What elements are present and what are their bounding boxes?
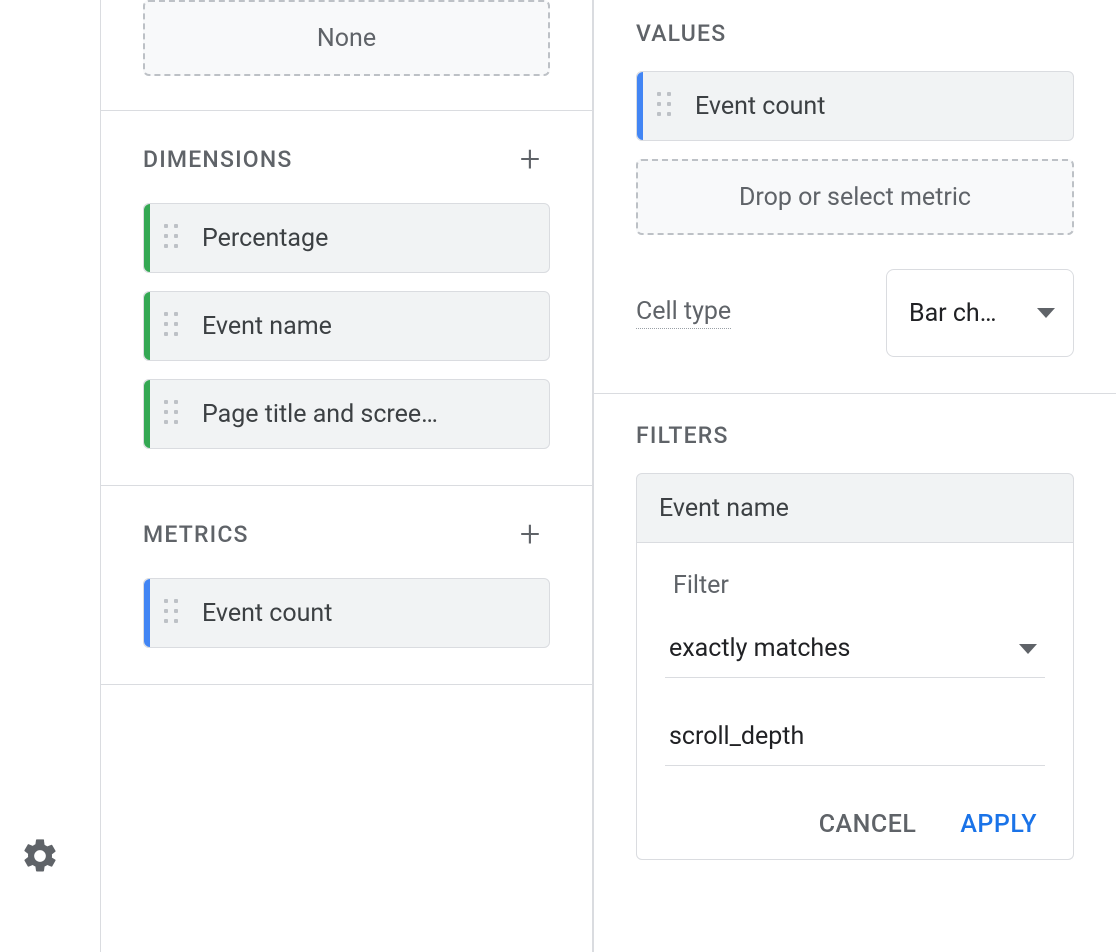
- dimension-chip[interactable]: Percentage: [143, 203, 550, 273]
- values-section: Values Event count Drop or select metric…: [594, 0, 1116, 394]
- technique-dropzone[interactable]: None: [143, 0, 550, 76]
- apply-button[interactable]: APPLY: [960, 810, 1037, 839]
- dimensions-title: Dimensions: [143, 146, 292, 173]
- value-chip[interactable]: Event count: [636, 71, 1074, 141]
- plus-icon: +: [520, 516, 540, 552]
- match-type-value: exactly matches: [669, 634, 850, 663]
- drag-handle-icon[interactable]: [164, 312, 184, 340]
- technique-label: None: [317, 24, 376, 53]
- cell-type-select[interactable]: Bar ch…: [886, 269, 1074, 357]
- settings-panel: Values Event count Drop or select metric…: [593, 0, 1116, 952]
- filter-panel-title: Filter: [673, 571, 1045, 600]
- gear-icon[interactable]: [20, 836, 60, 876]
- drag-handle-icon[interactable]: [657, 92, 677, 120]
- dimension-accent: [144, 204, 150, 272]
- values-title: Values: [636, 20, 726, 47]
- metric-chip[interactable]: Event count: [143, 578, 550, 648]
- metrics-section: Metrics + Event count: [101, 486, 592, 685]
- cancel-button[interactable]: CANCEL: [819, 810, 917, 839]
- dimension-accent: [144, 380, 150, 448]
- dimension-accent: [144, 292, 150, 360]
- value-label: Event count: [695, 92, 1055, 121]
- dropzone-hint: Drop or select metric: [739, 183, 971, 212]
- add-metric-button[interactable]: +: [510, 514, 550, 554]
- metric-accent: [144, 579, 150, 647]
- dimension-chip[interactable]: Event name: [143, 291, 550, 361]
- metric-label: Event count: [202, 599, 531, 628]
- filter-editor-panel: Filter exactly matches CANCEL APPLY: [636, 543, 1074, 860]
- dimension-chip[interactable]: Page title and scree…: [143, 379, 550, 449]
- metrics-title: Metrics: [143, 521, 249, 548]
- plus-icon: +: [520, 141, 540, 177]
- filter-field-chip[interactable]: Event name: [636, 473, 1074, 543]
- variables-panel: None Dimensions + Percentage Event name: [100, 0, 593, 952]
- filter-field-label: Event name: [659, 494, 789, 523]
- add-dimension-button[interactable]: +: [510, 139, 550, 179]
- dimensions-section: Dimensions + Percentage Event name Page …: [101, 111, 592, 486]
- value-accent: [637, 72, 643, 140]
- filters-section: Filters Event name Filter exactly matche…: [594, 394, 1116, 896]
- chevron-down-icon: [1019, 644, 1037, 654]
- chevron-down-icon: [1037, 308, 1055, 318]
- cell-type-value: Bar ch…: [909, 299, 996, 328]
- match-type-select[interactable]: exactly matches: [665, 624, 1045, 678]
- filters-title: Filters: [636, 422, 729, 449]
- drag-handle-icon[interactable]: [164, 400, 184, 428]
- filter-value-input[interactable]: [665, 712, 1045, 766]
- drag-handle-icon[interactable]: [164, 224, 184, 252]
- settings-rail: [0, 0, 100, 952]
- dimension-label: Event name: [202, 312, 531, 341]
- dimension-label: Percentage: [202, 224, 531, 253]
- drag-handle-icon[interactable]: [164, 599, 184, 627]
- metric-dropzone[interactable]: Drop or select metric: [636, 159, 1074, 235]
- dimension-label: Page title and scree…: [202, 400, 531, 429]
- cell-type-label: Cell type: [636, 297, 731, 329]
